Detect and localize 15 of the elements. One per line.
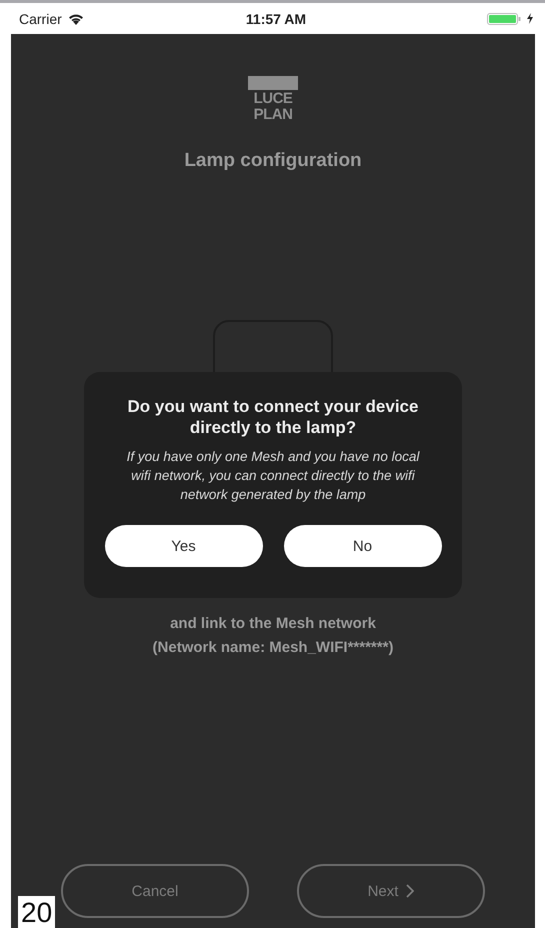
page-number: 20 (18, 896, 56, 928)
instruction-text: and link to the Mesh network (170, 614, 376, 634)
dialog-message: If you have only one Mesh and you have no local wifi network, you can connect directly to the wifi network generated by the lamp (126, 448, 421, 504)
dialog-title: Do you want to connect your device directly to the lamp? (126, 396, 420, 438)
wifi-icon (68, 12, 84, 24)
screen-title: Lamp configuration (184, 150, 362, 172)
carrier-label: Carrier (19, 10, 62, 26)
charging-icon (527, 13, 533, 24)
instruction-text: (Network name: Mesh_WIFI*******) (152, 638, 394, 658)
battery-icon (487, 12, 523, 24)
dialog-button[interactable]: Yes (104, 525, 262, 567)
dialog-button[interactable]: No (284, 525, 442, 567)
brand-logo: LUCE PLAN (248, 76, 298, 122)
clock-time: 11:57 AM (246, 10, 306, 26)
chevron-right-icon (406, 884, 414, 898)
